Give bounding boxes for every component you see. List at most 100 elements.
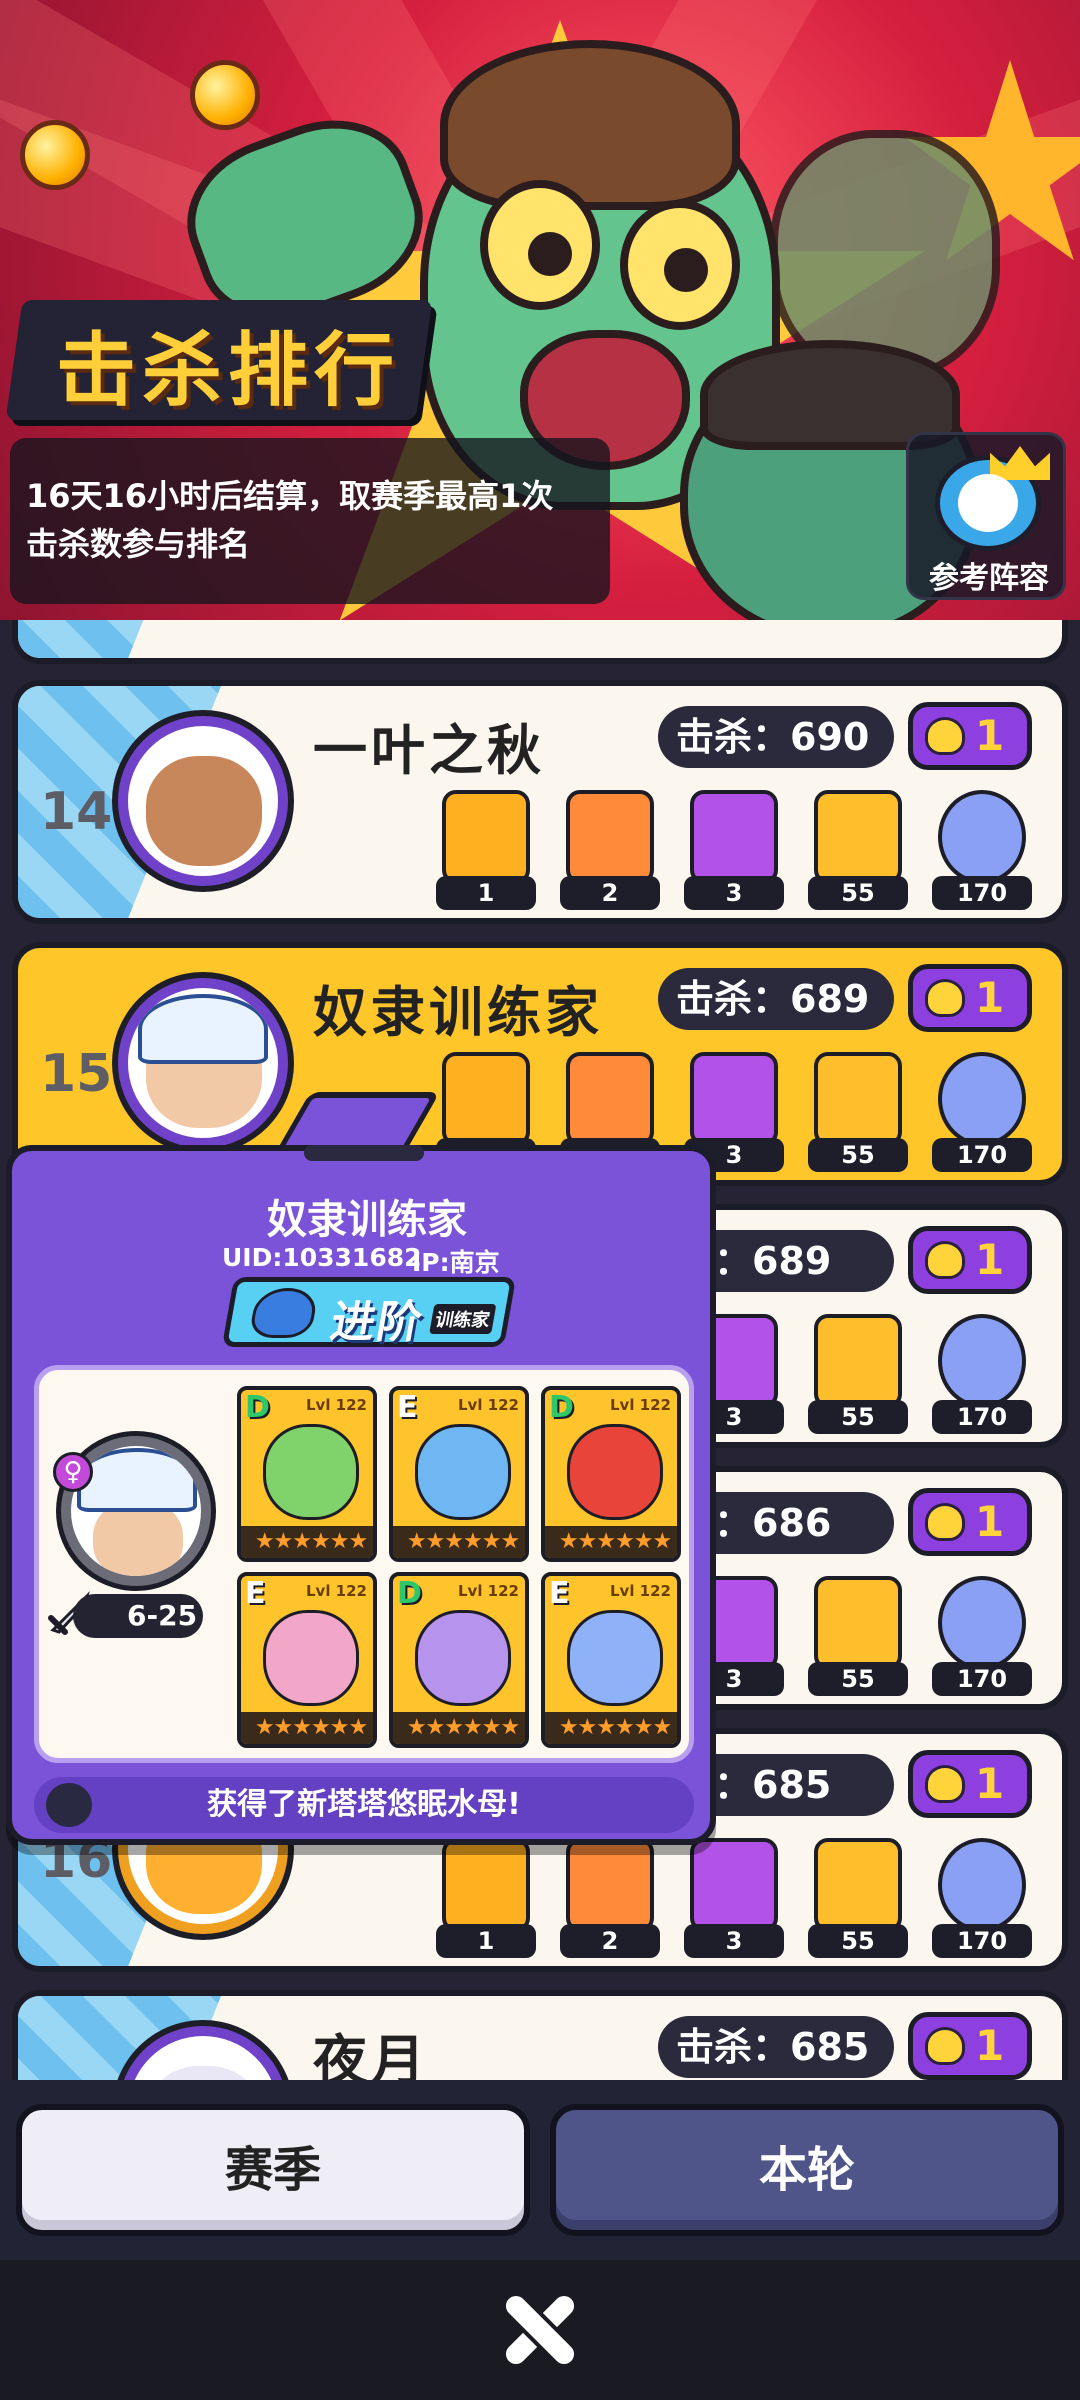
monster-card[interactable]: D Lvl 122 ★★★★★★ [389,1572,529,1748]
monster-card[interactable]: E Lvl 122 ★★★★★★ [541,1572,681,1748]
rank-number: 14 [40,782,113,842]
reward-item[interactable]: 1 [436,790,536,910]
star-rating: ★★★★★★ [241,1526,373,1558]
trophy-icon [442,1838,530,1932]
trophy-icon [442,790,530,884]
skull-badge: 1 [908,1226,1032,1294]
card-pack-icon [690,1052,778,1146]
capsule-icon [938,1838,1026,1932]
monster-card[interactable]: D Lvl 122 ★★★★★★ [541,1386,681,1562]
trainer-icon [248,1288,320,1338]
card-pack-icon [566,1838,654,1932]
reward-item[interactable]: 1 [436,1838,536,1958]
flower-monster-icon [263,1610,359,1706]
ghost-monster-icon [415,1610,511,1706]
monster-card[interactable]: E Lvl 122 ★★★★★★ [389,1386,529,1562]
star-rating: ★★★★★★ [393,1712,525,1744]
kill-count: 击杀：690 [658,706,894,768]
avatar[interactable] [118,978,288,1148]
reward-item[interactable]: 2 [560,1838,660,1958]
player-info-popup[interactable]: 奴隶训练家 UID:10331682 IP:南京 进阶 训练家 ♀ 6-25 D… [6,1145,716,1845]
ranking-tabs: 赛季 本轮 [0,2080,1080,2260]
card-pack-icon [566,1052,654,1146]
monster-card[interactable]: D Lvl 122 ★★★★★★ [237,1386,377,1562]
candy-icon [190,60,260,130]
zombie-eye [620,200,740,330]
ranking-row[interactable] [12,620,1068,664]
trophy-icon [442,1052,530,1146]
player-name: 奴隶训练家 [313,981,603,1044]
candy-icon [20,120,90,190]
reward-item[interactable]: 3 [684,790,784,910]
tab-season[interactable]: 赛季 [16,2104,530,2236]
star-rating: ★★★★★★ [393,1526,525,1558]
kill-count: 击杀：685 [658,2016,894,2078]
ticket-icon [814,1314,902,1408]
reward-item[interactable]: 55 [808,1838,908,1958]
skull-icon [925,2027,965,2065]
skull-badge: 1 [908,702,1032,770]
reward-item[interactable]: 3 [684,1838,784,1958]
page-title: 击杀排行 [56,324,400,417]
capsule-icon [938,1052,1026,1146]
player-uid: UID:10331682 [222,1243,422,1272]
skull-icon [925,1241,965,1279]
close-icon[interactable] [500,2290,580,2370]
ticket-icon [814,790,902,884]
skull-icon [925,1503,965,1541]
skull-badge: 1 [908,964,1032,1032]
rank-badge-label: 进阶 [326,1297,428,1348]
ghost-icon [935,446,1050,551]
rank-badge-sub: 训练家 [429,1304,497,1334]
reward-item[interactable]: 2 [560,790,660,910]
description-line: 击杀数参与排名 [26,525,251,563]
ranking-row[interactable]: 14 一叶之秋 击杀：690 1 1 2 3 55 170 [12,680,1068,924]
description-line: 16天16小时后结算，取赛季最高1次 [26,477,554,515]
reward-list: 1 2 3 55 170 [436,1838,1056,1966]
card-pack-icon [566,790,654,884]
skull-badge: 1 [908,1750,1032,1818]
reward-item[interactable]: 55 [808,1052,908,1172]
skull-icon [925,717,965,755]
female-icon: ♀ [53,1452,93,1492]
reference-lineup-button[interactable]: 参考阵容 [906,432,1066,600]
reward-list: 1 2 3 55 170 [436,790,1056,918]
reward-item[interactable]: 170 [932,790,1032,910]
star-rating: ★★★★★★ [241,1712,373,1744]
popup-player-name: 奴隶训练家 [267,1197,467,1243]
capsule-icon [938,1314,1026,1408]
reward-item[interactable]: 55 [808,1314,908,1434]
capsule-icon [938,790,1026,884]
reward-item[interactable]: 170 [932,1838,1032,1958]
popup-pointer-bar [304,1145,424,1161]
zombie-eye [480,180,600,310]
reward-item[interactable]: 55 [808,790,908,910]
lineup-panel: ♀ 6-25 D Lvl 122 ★★★★★★ E Lvl 122 ★★★★★★ D… [34,1365,694,1763]
reward-item[interactable]: 170 [932,1576,1032,1696]
water-monster-icon [415,1424,511,1520]
capsule-icon [938,1576,1026,1670]
event-banner: 击杀排行 16天16小时后结算，取赛季最高1次 击杀数参与排名 参考阵容 [0,0,1080,620]
announcement-bar: 获得了新塔塔悠眠水母! [34,1777,694,1833]
reward-item[interactable]: 170 [932,1052,1032,1172]
megaphone-icon [46,1783,92,1827]
skull-icon [925,979,965,1017]
player-ip: IP:南京 [412,1248,500,1277]
ticket-icon [814,1576,902,1670]
ticket-icon [814,1052,902,1146]
fire-monster-icon [567,1424,663,1520]
settlement-description: 16天16小时后结算，取赛季最高1次 击杀数参与排名 [10,438,610,604]
tab-current-round[interactable]: 本轮 [550,2104,1064,2236]
announcement-text: 获得了新塔塔悠眠水母! [207,1787,521,1822]
rank-number: 15 [40,1044,113,1104]
skull-badge: 1 [908,2012,1032,2080]
monster-lineup: D Lvl 122 ★★★★★★ E Lvl 122 ★★★★★★ D Lvl 122… [237,1386,687,1758]
fairy-monster-icon [567,1610,663,1706]
ranking-row[interactable]: 夜月 击杀：685 1 [12,1990,1068,2080]
avatar[interactable] [118,716,288,886]
reward-item[interactable]: 170 [932,1314,1032,1434]
crown-icon [990,446,1050,480]
player-level: 6-25 [73,1594,203,1638]
monster-card[interactable]: E Lvl 122 ★★★★★★ [237,1572,377,1748]
reward-item[interactable]: 55 [808,1576,908,1696]
